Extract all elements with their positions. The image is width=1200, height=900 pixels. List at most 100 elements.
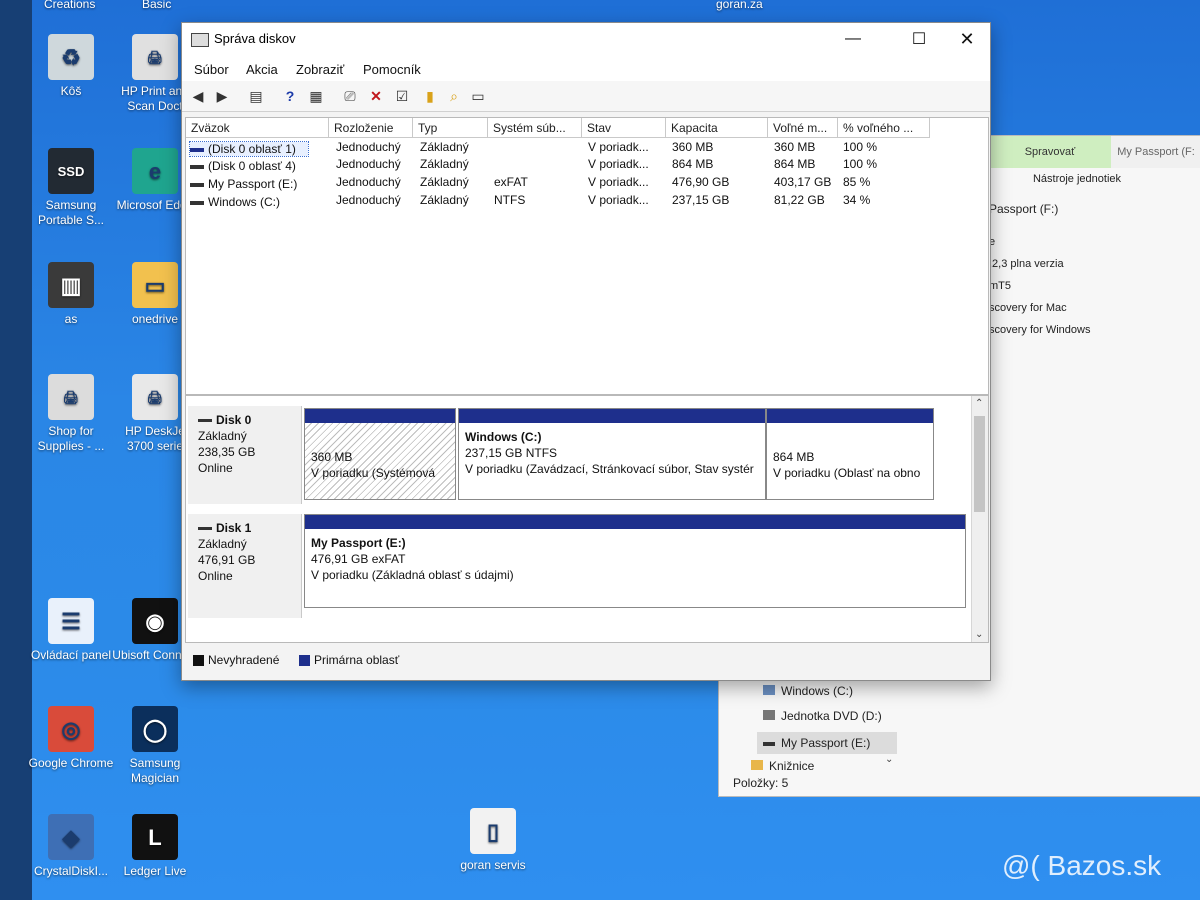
free-cell: 360 MB	[774, 140, 816, 154]
type-cell: Základný	[420, 193, 469, 207]
check-icon[interactable]: ☑	[392, 87, 412, 105]
percent-free-cell: 85 %	[843, 175, 871, 189]
toolbar: ◀ ▶ ▤ ? ▦ ⎚ ✕ ☑ ▮ ⌕ ▭	[182, 81, 990, 112]
ribbon-tab-manage[interactable]: Spravovať	[989, 136, 1111, 168]
window-title: Správa diskov	[214, 31, 296, 46]
disk-0-label: Disk 0	[198, 412, 301, 428]
file-item-4[interactable]: scovery for Mac	[989, 302, 1067, 314]
filesystem-cell: NTFS	[494, 193, 526, 207]
import-icon[interactable]: ▮	[420, 87, 440, 105]
disk-0-info[interactable]: Disk 0 Základný 238,35 GB Online	[188, 406, 302, 504]
app-icon: ◎	[48, 706, 94, 752]
col-header-free[interactable]: Voľné m...	[768, 118, 838, 138]
capacity-cell: 476,90 GB	[672, 175, 730, 189]
close-button[interactable]: ✕	[944, 23, 990, 55]
search-icon[interactable]: ⌕	[444, 87, 464, 105]
disk-icon	[198, 527, 212, 531]
disk-0-size: 238,35 GB	[198, 445, 256, 459]
partition-bar	[305, 409, 455, 423]
menu-view[interactable]: Zobraziť	[296, 62, 344, 77]
scroll-down-icon[interactable]: ⌄	[975, 629, 983, 640]
app-icon: L	[132, 814, 178, 860]
desktop-icon-label: Kôš	[60, 84, 82, 98]
minimize-button[interactable]: —	[830, 23, 876, 55]
menu-help[interactable]: Pomocník	[363, 62, 421, 77]
volume-icon	[190, 200, 204, 205]
chevron-down-icon[interactable]: ⌄	[885, 754, 893, 765]
desktop-icon[interactable]: ▥ as	[28, 262, 114, 327]
desktop-icon[interactable]: 🖨 Shop for Supplies - ...	[28, 374, 114, 454]
disk-0-type: Základný	[198, 429, 247, 443]
watermark: @( Bazos.sk	[1002, 850, 1162, 881]
col-header-volume[interactable]: Zväzok	[186, 118, 329, 138]
desktop-icon[interactable]: ◆ CrystalDiskI...	[28, 814, 114, 879]
disk-icon	[198, 419, 212, 423]
menu-file[interactable]: Súbor	[194, 62, 229, 77]
app-icon: ◉	[132, 598, 178, 644]
desktop-icon[interactable]: ▯ goran servis	[450, 808, 536, 873]
volume-icon	[190, 164, 204, 169]
free-cell: 864 MB	[774, 157, 816, 171]
partition-size: 476,91 GB exFAT	[311, 552, 406, 566]
col-header-percent-free[interactable]: % voľného ...	[838, 118, 930, 138]
app-icon: ▯	[470, 808, 516, 854]
ribbon-tab-drive[interactable]: My Passport (F:	[1111, 136, 1200, 168]
desktop-icon[interactable]: L Ledger Live	[112, 814, 198, 879]
layout-cell: Jednoduchý	[336, 175, 401, 189]
address-bar[interactable]: Passport (F:)	[989, 202, 1058, 216]
partition-recovery[interactable]: 864 MB V poriadku (Oblasť na obno	[766, 408, 934, 500]
nav-item-dvd[interactable]: Jednotka DVD (D:)	[763, 709, 882, 723]
menu-bar: Súbor Akcia Zobraziť Pomocník	[182, 55, 990, 81]
nav-item-windows[interactable]: Windows (C:)	[763, 684, 853, 698]
desktop-label-top-3: goran.za	[716, 0, 763, 11]
desktop-icon[interactable]: ◎ Google Chrome	[28, 706, 114, 771]
vertical-scrollbar[interactable]: ⌃ ⌄	[971, 396, 988, 642]
nav-item-libraries[interactable]: Knižnice	[751, 759, 814, 773]
partition-my-passport[interactable]: My Passport (E:) 476,91 GB exFAT V poria…	[304, 514, 966, 608]
drive-icon	[763, 741, 775, 746]
col-header-capacity[interactable]: Kapacita	[666, 118, 768, 138]
desktop-icon-label: Shop for Supplies - ...	[37, 424, 105, 453]
desktop-icon[interactable]: ◯ Samsung Magician	[112, 706, 198, 786]
dvd-drive-icon	[763, 710, 775, 720]
app-icon: SSD	[48, 148, 94, 194]
console-tree-icon[interactable]: ▤	[246, 87, 266, 105]
forward-icon[interactable]: ▶	[212, 87, 232, 105]
menu-action[interactable]: Akcia	[246, 62, 278, 77]
partition-size: 360 MB	[311, 450, 353, 464]
partition-system[interactable]: 360 MB V poriadku (Systémová	[304, 408, 456, 500]
disk-management-window[interactable]: Správa diskov — ☐ ✕ Súbor Akcia Zobraziť…	[181, 22, 991, 681]
volume-list[interactable]: Zväzok Rozloženie Typ Systém súb... Stav…	[185, 117, 989, 395]
connect-icon[interactable]: ⎚	[340, 87, 360, 105]
file-item-3[interactable]: mT5	[989, 280, 1011, 292]
col-header-layout[interactable]: Rozloženie	[329, 118, 413, 138]
app-icon: ☰	[48, 598, 94, 644]
delete-icon[interactable]: ✕	[366, 87, 386, 105]
navigation-pane: Windows (C:) Jednotka DVD (D:) My Passpo…	[719, 682, 897, 776]
col-header-status[interactable]: Stav	[582, 118, 666, 138]
maximize-button[interactable]: ☐	[896, 23, 942, 55]
col-header-type[interactable]: Typ	[413, 118, 488, 138]
title-bar[interactable]: Správa diskov — ☐ ✕	[182, 23, 990, 55]
scrollbar-thumb[interactable]	[974, 416, 985, 512]
free-cell: 403,17 GB	[774, 175, 832, 189]
disk-1-info[interactable]: Disk 1 Základný 476,91 GB Online	[188, 514, 302, 618]
help-icon[interactable]: ?	[280, 87, 300, 105]
partition-windows[interactable]: Windows (C:) 237,15 GB NTFS V poriadku (…	[458, 408, 766, 500]
desktop-icon[interactable]: ♻ Kôš	[28, 34, 114, 99]
back-icon[interactable]: ◀	[188, 87, 208, 105]
desktop-icon[interactable]: SSD Samsung Portable S...	[28, 148, 114, 228]
file-item-2[interactable]: ,2,3 plna verzia	[989, 258, 1064, 270]
col-header-filesystem[interactable]: Systém súb...	[488, 118, 582, 138]
file-item-5[interactable]: scovery for Windows	[989, 324, 1090, 336]
capacity-cell: 237,15 GB	[672, 193, 730, 207]
view-icon[interactable]: ▭	[468, 87, 488, 105]
scroll-up-icon[interactable]: ⌃	[975, 398, 983, 409]
desktop-icon-label: CrystalDiskI...	[33, 864, 108, 878]
nav-item-my-passport[interactable]: My Passport (E:)	[757, 732, 897, 754]
ribbon-drive-tools[interactable]: Nástroje jednotiek	[987, 168, 1167, 190]
desktop-icon[interactable]: ☰ Ovládací panel	[28, 598, 114, 663]
desktop-icon-label: Samsung Magician	[129, 756, 181, 785]
disk-graphical-view[interactable]: Disk 0 Základný 238,35 GB Online 360 MB …	[185, 395, 989, 643]
properties-icon[interactable]: ▦	[306, 87, 326, 105]
